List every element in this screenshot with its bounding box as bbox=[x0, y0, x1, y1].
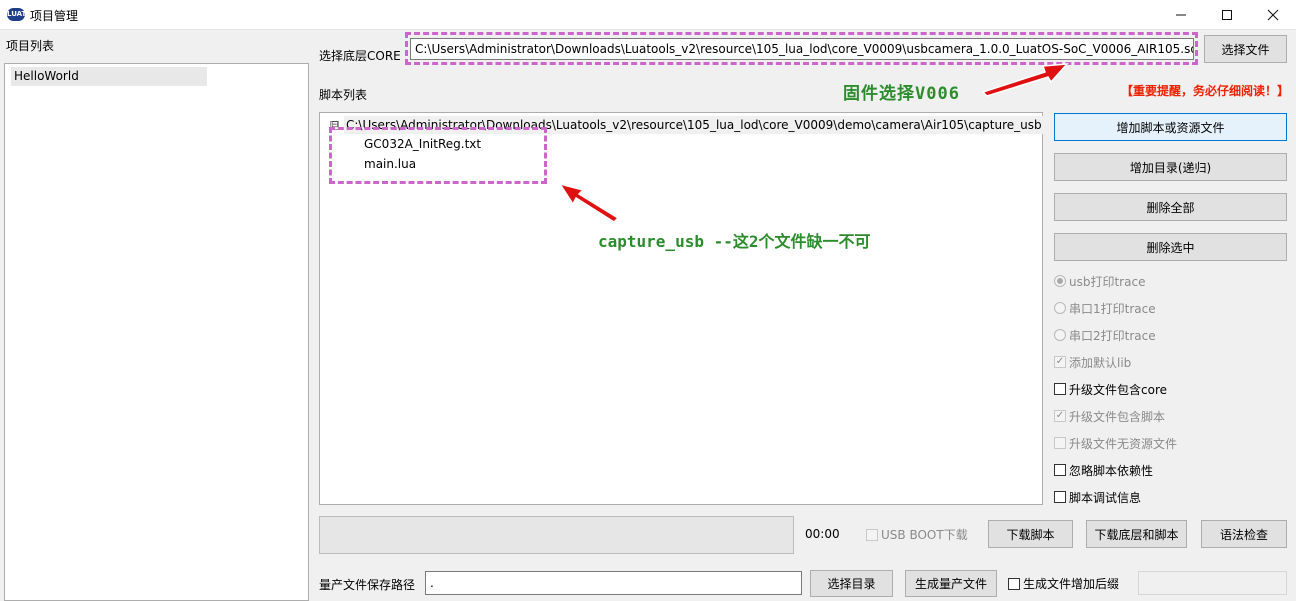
mass-path-input[interactable]: . bbox=[425, 571, 802, 595]
checkbox-icon bbox=[1008, 577, 1020, 590]
core-highlight-box bbox=[405, 32, 1198, 65]
usb-trace-label: usb打印trace bbox=[1069, 274, 1146, 289]
uart1-trace-label: 串口1打印trace bbox=[1069, 301, 1156, 316]
suffix-input[interactable] bbox=[1138, 571, 1287, 595]
add-default-lib-label: 添加默认lib bbox=[1069, 355, 1132, 370]
download-script-button[interactable]: 下载脚本 bbox=[988, 520, 1073, 548]
delete-all-button[interactable]: 删除全部 bbox=[1054, 193, 1287, 221]
checkbox-icon bbox=[1054, 437, 1066, 449]
checkbox-icon bbox=[1054, 464, 1066, 476]
checkbox-icon bbox=[1054, 383, 1066, 395]
project-list[interactable]: HelloWorld bbox=[4, 63, 309, 601]
add-script-button[interactable]: 增加脚本或资源文件 bbox=[1054, 113, 1287, 141]
checkmark-icon: ✓ bbox=[1054, 410, 1066, 422]
maximize-button[interactable] bbox=[1204, 0, 1250, 30]
ignore-dependency-label: 忽略脚本依赖性 bbox=[1069, 463, 1154, 478]
minimize-button[interactable] bbox=[1158, 0, 1204, 30]
minimize-icon bbox=[1176, 14, 1186, 16]
upgrade-no-res-label: 升级文件无资源文件 bbox=[1069, 436, 1178, 451]
close-icon bbox=[1267, 9, 1279, 21]
delete-selected-button[interactable]: 删除选中 bbox=[1054, 233, 1287, 261]
checkbox-icon bbox=[866, 528, 878, 541]
radio-icon bbox=[1054, 275, 1066, 287]
script-list-label: 脚本列表 bbox=[319, 88, 368, 102]
app-logo-icon: LUAT bbox=[7, 8, 26, 21]
arrow-icon bbox=[981, 63, 1069, 97]
title-bar: LUAT 项目管理 bbox=[0, 0, 1296, 30]
download-core-script-button[interactable]: 下载底层和脚本 bbox=[1086, 520, 1187, 548]
upgrade-core-label: 升级文件包含core bbox=[1069, 382, 1167, 397]
select-file-button[interactable]: 选择文件 bbox=[1204, 35, 1287, 63]
checkmark-icon: ✓ bbox=[1054, 356, 1066, 368]
ignore-dependency-checkbox[interactable]: 忽略脚本依赖性 bbox=[1054, 461, 1153, 479]
radio-icon bbox=[1054, 329, 1066, 341]
radio-icon bbox=[1054, 302, 1066, 314]
generate-mass-button[interactable]: 生成量产文件 bbox=[905, 570, 997, 597]
uart2-trace-label: 串口2打印trace bbox=[1069, 328, 1156, 343]
upgrade-core-checkbox[interactable]: 升级文件包含core bbox=[1054, 380, 1167, 398]
debug-info-label: 脚本调试信息 bbox=[1069, 490, 1142, 505]
usb-boot-label: USB BOOT下载 bbox=[881, 528, 968, 542]
checkbox-icon bbox=[1054, 491, 1066, 503]
window-title: 项目管理 bbox=[30, 9, 79, 23]
usb-boot-checkbox[interactable]: USB BOOT下载 bbox=[866, 526, 968, 543]
close-button[interactable] bbox=[1250, 0, 1296, 30]
add-default-lib-checkbox[interactable]: ✓ 添加默认lib bbox=[1054, 353, 1131, 371]
capture-usb-annotation: capture_usb --这2个文件缺一不可 bbox=[598, 232, 871, 251]
important-reminder-link[interactable]: 【重要提醒，务必仔细阅读！】 bbox=[1121, 82, 1289, 99]
debug-info-checkbox[interactable]: 脚本调试信息 bbox=[1054, 488, 1141, 506]
upgrade-script-label: 升级文件包含脚本 bbox=[1069, 409, 1166, 424]
syntax-check-button[interactable]: 语法检查 bbox=[1201, 520, 1287, 548]
upgrade-no-res-checkbox[interactable]: 升级文件无资源文件 bbox=[1054, 434, 1177, 452]
arrow-icon bbox=[558, 182, 620, 223]
gen-suffix-checkbox[interactable]: 生成文件增加后缀 bbox=[1008, 575, 1119, 592]
files-highlight-box bbox=[329, 127, 547, 184]
mass-path-label: 量产文件保存路径 bbox=[319, 578, 416, 592]
progress-bar bbox=[319, 516, 794, 554]
uart2-trace-radio[interactable]: 串口2打印trace bbox=[1054, 326, 1156, 344]
firmware-annotation: 固件选择V006 bbox=[843, 84, 960, 104]
select-directory-button[interactable]: 选择目录 bbox=[810, 570, 893, 597]
uart1-trace-radio[interactable]: 串口1打印trace bbox=[1054, 299, 1156, 317]
project-item-helloworld[interactable]: HelloWorld bbox=[11, 67, 207, 86]
project-list-label: 项目列表 bbox=[6, 39, 55, 53]
elapsed-time: 00:00 bbox=[805, 527, 840, 541]
usb-trace-radio[interactable]: usb打印trace bbox=[1054, 272, 1145, 290]
upgrade-script-checkbox[interactable]: ✓ 升级文件包含脚本 bbox=[1054, 407, 1165, 425]
core-label: 选择底层CORE bbox=[319, 49, 401, 63]
maximize-icon bbox=[1222, 10, 1232, 20]
add-directory-button[interactable]: 增加目录(递归) bbox=[1054, 153, 1287, 181]
gen-suffix-label: 生成文件增加后缀 bbox=[1023, 577, 1120, 591]
